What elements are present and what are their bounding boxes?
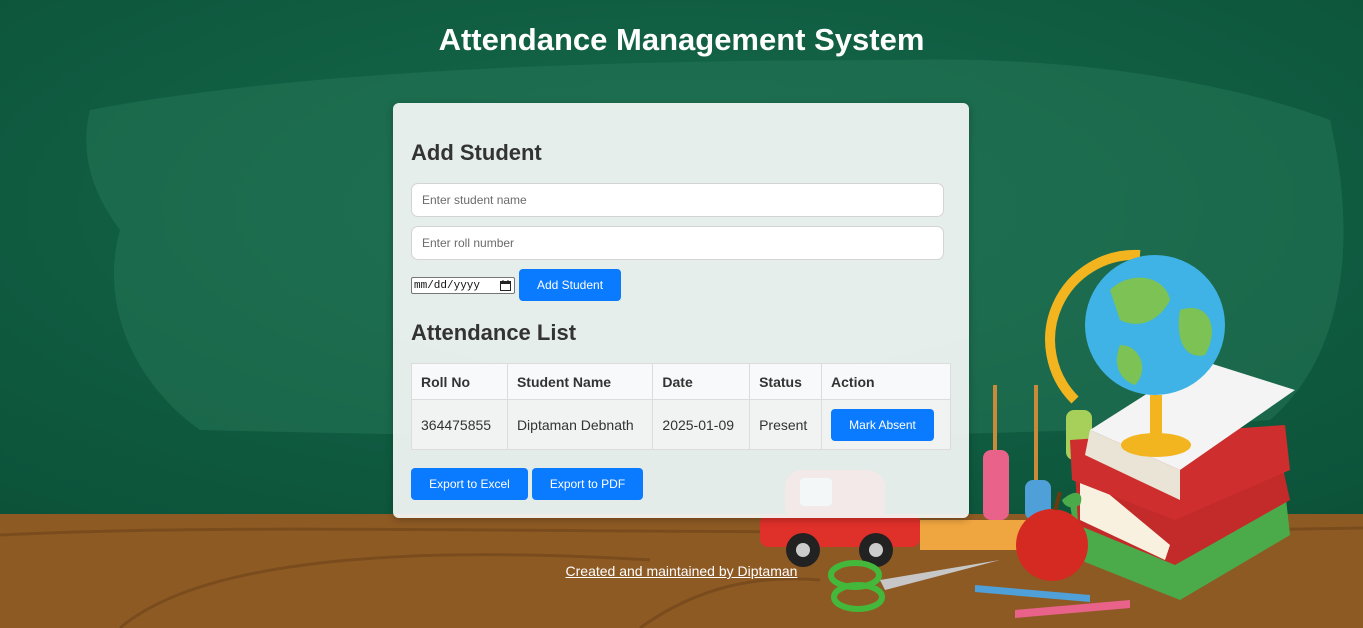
attendance-card: Add Student mm/dd/yyyy Add Student Atten… bbox=[393, 103, 969, 518]
calendar-icon[interactable] bbox=[500, 280, 511, 291]
date-placeholder: mm/dd/yyyy bbox=[414, 279, 481, 292]
cell-roll: 364475855 bbox=[411, 399, 508, 450]
add-student-heading: Add Student bbox=[411, 140, 542, 165]
column-header-status: Status bbox=[749, 363, 823, 400]
attendance-list-heading: Attendance List bbox=[411, 320, 577, 345]
table-header-row: Roll No Student Name Date Status Action bbox=[411, 363, 951, 400]
mark-absent-button[interactable]: Mark Absent bbox=[831, 408, 935, 441]
cell-status: Present bbox=[749, 399, 823, 450]
page-title: Attendance Management System bbox=[438, 22, 925, 57]
cell-date: 2025-01-09 bbox=[652, 399, 751, 450]
add-student-button[interactable]: Add Student bbox=[519, 269, 621, 301]
column-header-action: Action bbox=[821, 363, 951, 400]
date-input[interactable]: mm/dd/yyyy bbox=[411, 277, 515, 294]
roll-number-input[interactable] bbox=[411, 226, 944, 260]
column-header-date: Date bbox=[652, 363, 751, 400]
export-pdf-button[interactable]: Export to PDF bbox=[532, 468, 643, 500]
attendance-table: Roll No Student Name Date Status Action … bbox=[411, 363, 951, 450]
table-row: 364475855 Diptaman Debnath 2025-01-09 Pr… bbox=[411, 399, 951, 450]
cell-name: Diptaman Debnath bbox=[506, 399, 654, 450]
column-header-roll: Roll No bbox=[411, 363, 508, 400]
student-name-input[interactable] bbox=[411, 183, 944, 217]
footer-credit-link[interactable]: Created and maintained by Diptaman bbox=[0, 563, 1363, 579]
cell-action: Mark Absent bbox=[821, 399, 951, 450]
column-header-name: Student Name bbox=[506, 363, 654, 400]
export-excel-button[interactable]: Export to Excel bbox=[411, 468, 528, 500]
